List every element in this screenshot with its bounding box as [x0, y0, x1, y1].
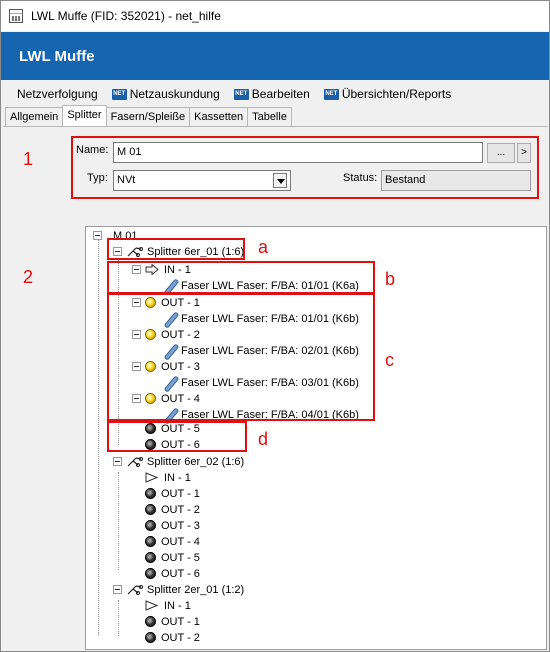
browse-button[interactable]: ... [487, 143, 515, 163]
port-free-icon [145, 504, 156, 515]
window-title: LWL Muffe (FID: 352021) - net_hilfe [31, 9, 221, 23]
tree-line [118, 600, 119, 636]
annotation-box-d [107, 421, 247, 452]
menu-bar: Netzverfolgung NET Netzauskundung NET Be… [1, 83, 549, 105]
menu-label: Übersichten/Reports [341, 87, 452, 101]
tree-port-out[interactable]: OUT - 6 [145, 566, 200, 581]
tab-fasern-spleisse[interactable]: Fasern/Spleiße [105, 107, 191, 126]
annotation-box-a [107, 238, 245, 260]
collapse-toggle[interactable] [113, 457, 122, 466]
page-title: LWL Muffe [19, 47, 95, 65]
annotation-b: b [385, 269, 396, 289]
window: LWL Muffe (FID: 352021) - net_hilfe LWL … [0, 0, 550, 652]
menu-label: Netzauskundung [129, 87, 220, 101]
tab-allgemein[interactable]: Allgemein [5, 107, 64, 126]
status-field: Bestand [381, 170, 531, 191]
splitter-icon [127, 455, 143, 468]
input-arrow-icon [145, 472, 159, 483]
annotation-d: d [258, 429, 269, 449]
menu-label: Bearbeiten [251, 87, 310, 101]
port-free-icon [145, 632, 156, 643]
page-header: LWL Muffe [1, 32, 549, 80]
tree-port-label: OUT - 2 [161, 631, 200, 644]
collapse-toggle[interactable] [93, 231, 102, 240]
net-icon: NET [111, 88, 127, 100]
tree-port-out[interactable]: OUT - 1 [145, 486, 200, 501]
menu-bearbeiten[interactable]: NET Bearbeiten [233, 87, 310, 101]
menu-netzverfolgung[interactable]: Netzverfolgung [17, 87, 98, 101]
net-icon: NET [323, 88, 339, 100]
splitter-icon [127, 583, 143, 596]
next-button[interactable]: > [517, 143, 531, 163]
tree-port-in[interactable]: IN - 1 [145, 470, 191, 485]
port-free-icon [145, 552, 156, 563]
menu-uebersichten-reports[interactable]: NET Übersichten/Reports [323, 87, 452, 101]
name-label: Name: [76, 144, 109, 156]
tree-port-label: OUT - 1 [161, 487, 200, 500]
tree-port-out[interactable]: OUT - 4 [145, 534, 200, 549]
net-icon: NET [233, 88, 249, 100]
tab-splitter[interactable]: Splitter [62, 105, 107, 126]
app-icon [9, 9, 23, 23]
typ-value: NVt [117, 174, 136, 186]
status-label: Status: [343, 172, 378, 184]
tree-port-label: OUT - 1 [161, 615, 200, 628]
tree-port-label: OUT - 4 [161, 535, 200, 548]
tree-port-in[interactable]: IN - 1 [145, 598, 191, 613]
port-free-icon [145, 616, 156, 627]
annotation-1: 1 [23, 149, 34, 169]
annotation-a: a [258, 237, 269, 257]
port-free-icon [145, 568, 156, 579]
tree-port-label: OUT - 2 [161, 503, 200, 516]
port-free-icon [145, 488, 156, 499]
annotation-box-b [107, 261, 375, 294]
port-free-icon [145, 536, 156, 547]
tree-splitter-2[interactable]: Splitter 6er_02 (1:6) [127, 454, 244, 469]
tree-port-label: IN - 1 [164, 471, 191, 484]
tree-line [118, 472, 119, 570]
menu-netzauskundung[interactable]: NET Netzauskundung [111, 87, 220, 101]
tree-port-label: OUT - 5 [161, 551, 200, 564]
tab-kassetten[interactable]: Kassetten [189, 107, 249, 126]
name-input[interactable]: M 01 [113, 142, 483, 163]
tree-splitter-label: Splitter 2er_01 (1:2) [147, 583, 245, 596]
port-free-icon [145, 520, 156, 531]
title-bar: LWL Muffe (FID: 352021) - net_hilfe [1, 1, 549, 31]
tab-bar: Allgemein Splitter Fasern/Spleiße Kasset… [5, 105, 292, 127]
tree-port-label: OUT - 6 [161, 567, 200, 580]
tree-port-out[interactable]: OUT - 1 [145, 614, 200, 629]
typ-label: Typ: [87, 172, 108, 184]
tree-port-out[interactable]: OUT - 3 [145, 518, 200, 533]
input-arrow-icon [145, 600, 159, 611]
tree-splitter-3[interactable]: Splitter 2er_01 (1:2) [127, 582, 244, 597]
tree-port-out[interactable]: OUT - 2 [145, 630, 200, 645]
chevron-down-icon[interactable] [273, 173, 287, 188]
tab-tabelle[interactable]: Tabelle [247, 107, 292, 126]
tree-line [98, 239, 99, 635]
tree-splitter-label: Splitter 6er_02 (1:6) [147, 455, 245, 468]
tree-port-label: IN - 1 [164, 599, 191, 612]
tree-port-label: OUT - 3 [161, 519, 200, 532]
annotation-c: c [385, 350, 394, 370]
tree-port-out[interactable]: OUT - 5 [145, 550, 200, 565]
collapse-toggle[interactable] [113, 585, 122, 594]
annotation-2: 2 [23, 267, 34, 287]
menu-label: Netzverfolgung [17, 87, 98, 101]
typ-select[interactable]: NVt [113, 170, 291, 191]
tree-port-out[interactable]: OUT - 2 [145, 502, 200, 517]
annotation-box-c [107, 293, 375, 421]
